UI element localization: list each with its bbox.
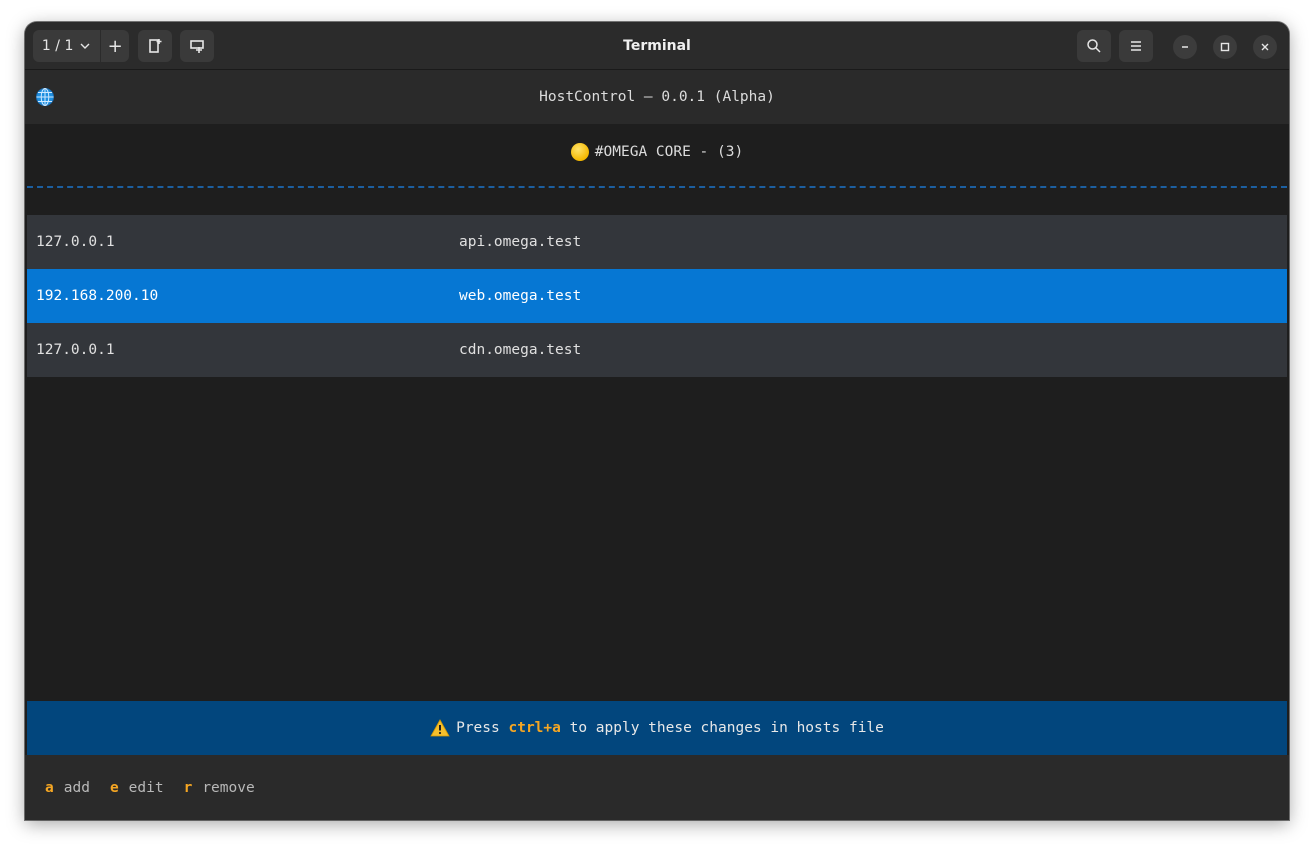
shortcut-key: a [45,779,54,796]
tab-counter-label: 1 / 1 [41,38,74,54]
host-name: cdn.omega.test [459,342,582,358]
warning-icon [430,719,450,737]
terminal-content[interactable]: HostControl — 0.0.1 (Alpha) #OMEGA CORE … [25,70,1289,820]
maximize-icon [1220,42,1230,52]
shortcut-label: add [63,779,90,796]
app-title: HostControl — 0.0.1 (Alpha) [539,89,775,105]
shortcut-remove[interactable]: r remove [184,780,255,796]
host-name: web.omega.test [459,288,582,304]
host-ip: 192.168.200.10 [36,288,159,304]
hamburger-icon [1131,41,1141,51]
app-title-bar: HostControl — 0.0.1 (Alpha) [25,70,1289,124]
host-ip: 127.0.0.1 [36,342,115,358]
group-header: #OMEGA CORE - (3) [25,124,1289,179]
close-button[interactable] [1253,35,1277,59]
search-icon [1087,39,1101,53]
tab-overview-button[interactable]: 1 / 1 [33,30,102,62]
tabs-group: 1 / 1 + [33,30,129,62]
menu-button[interactable] [1119,30,1153,62]
notice-shortcut-key: ctrl+a [508,720,561,736]
host-row[interactable]: 127.0.0.1 cdn.omega.test [27,323,1287,377]
split-vertical-icon [190,40,204,53]
shortcut-label: edit [128,779,164,796]
host-ip: 127.0.0.1 [36,234,115,250]
search-button[interactable] [1077,30,1111,62]
maximize-button[interactable] [1213,35,1237,59]
shortcut-key: r [183,779,193,796]
split-horizontal-icon [149,39,162,53]
plus-icon: + [107,35,123,57]
split-horizontal-button[interactable] [138,30,172,62]
yellow-circle-icon [570,142,589,161]
host-row[interactable]: 127.0.0.1 api.omega.test [27,215,1287,269]
minimize-icon [1182,46,1188,48]
host-name: api.omega.test [459,234,582,250]
host-row-selected[interactable]: 192.168.200.10 web.omega.test [27,269,1287,323]
minimize-button[interactable] [1173,35,1197,59]
terminal-window: 1 / 1 + Terminal HostControl — 0.0.1 (Al… [25,22,1289,820]
host-list: 127.0.0.1 api.omega.test 192.168.200.10 … [27,215,1287,377]
notice-suffix: to apply these changes in hosts file [569,720,884,736]
apply-changes-notice: Press ctrl+a to apply these changes in h… [27,701,1287,755]
shortcut-label: remove [202,779,255,796]
shortcut-key: e [109,779,119,796]
split-vertical-button[interactable] [180,30,214,62]
new-tab-button[interactable]: + [101,30,129,62]
shortcut-footer: a add e edit r remove [25,755,1289,820]
shortcut-add[interactable]: a add [45,780,90,796]
separator [27,186,1287,188]
notice-prefix: Press [456,720,500,736]
group-title: #OMEGA CORE - (3) [594,143,744,160]
shortcut-edit[interactable]: e edit [110,780,164,796]
close-icon [1261,43,1269,51]
header-bar: 1 / 1 + Terminal [25,22,1289,70]
chevron-down-icon [80,43,90,49]
